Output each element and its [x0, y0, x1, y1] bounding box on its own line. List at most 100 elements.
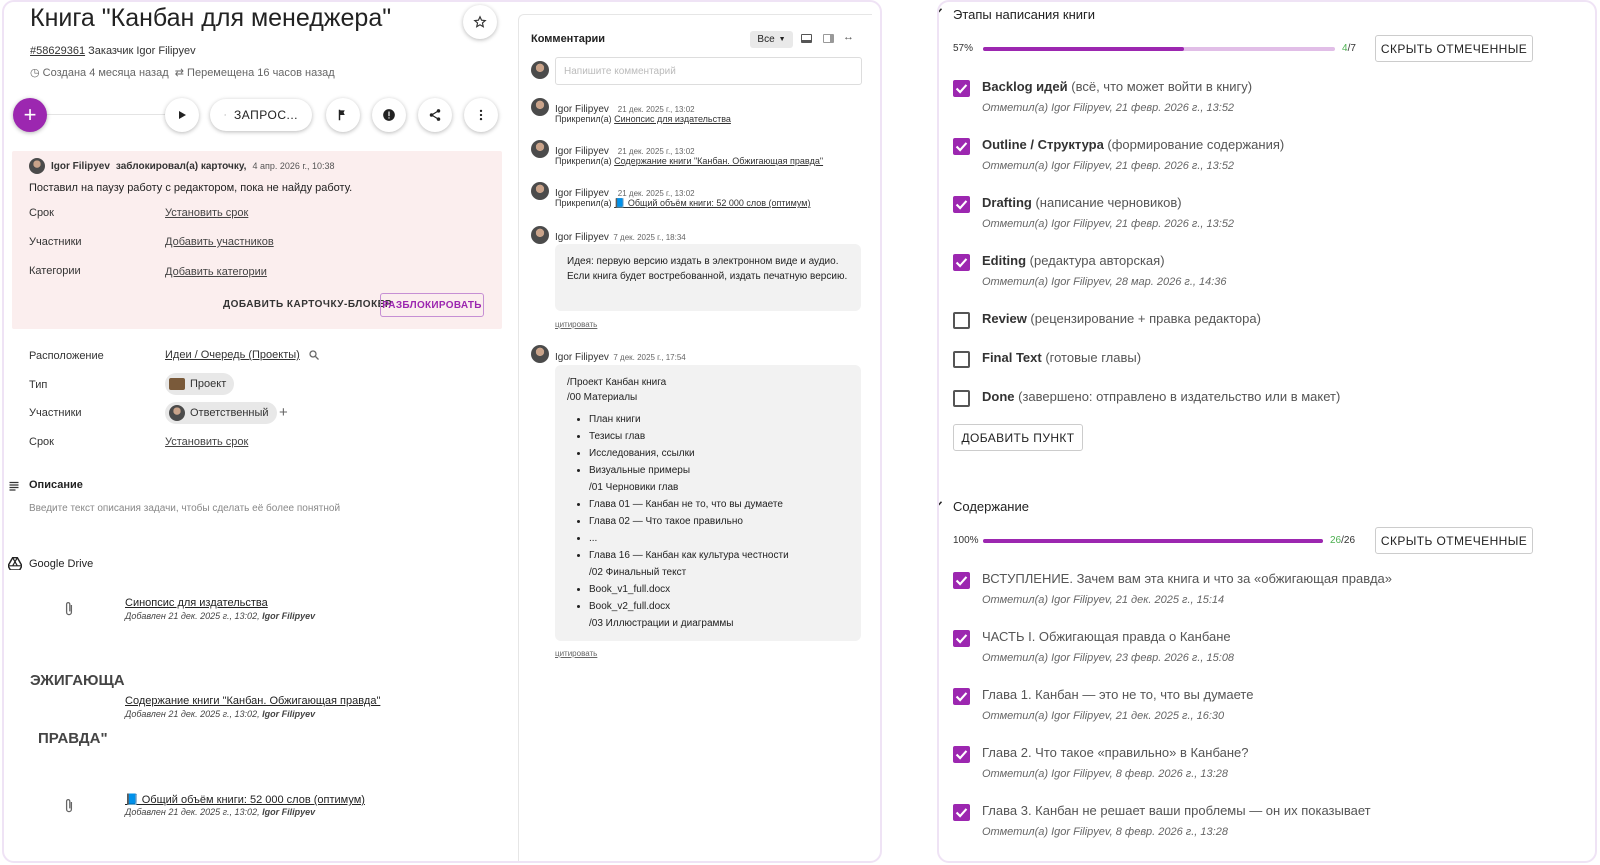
type-chip[interactable]: Проект: [165, 373, 235, 395]
location-link[interactable]: Идеи / Очередь (Проекты): [165, 349, 300, 361]
paperclip-icon: [64, 601, 74, 622]
comment-list-item: Глава 16 — Канбан как культура честности…: [589, 547, 849, 581]
attachment-link[interactable]: 📘 Общий объём книги: 52 000 слов (оптиму…: [614, 198, 810, 208]
add-member-icon[interactable]: +: [279, 404, 288, 421]
blocker-deadline-label: Срок: [29, 207, 54, 219]
layout-bottom-icon[interactable]: [801, 34, 812, 43]
checklist-item-label[interactable]: Backlog идей (всё, что может войти в кни…: [982, 79, 1252, 94]
blocker-members-link[interactable]: Добавить участников: [165, 236, 274, 248]
checkbox[interactable]: [953, 804, 970, 821]
blocker-deadline-link[interactable]: Установить срок: [165, 207, 248, 219]
search-icon[interactable]: [308, 349, 320, 361]
checked-by-text: Отметил(а) Igor Filipyev, 21 февр. 2026 …: [982, 218, 1235, 230]
checklist-item-label[interactable]: Глава 1. Канбан — это не то, что вы дума…: [982, 687, 1253, 702]
comment-list-item: План книги: [589, 411, 849, 428]
description-title: Описание: [29, 479, 83, 491]
item-description: (редактура авторская): [1026, 253, 1165, 268]
attachment-link[interactable]: Содержание книги "Канбан. Обжигающая пра…: [614, 156, 823, 166]
comment-input[interactable]: Напишите комментарий: [555, 57, 862, 85]
comments-title: Комментарии: [531, 33, 606, 45]
total-count: /7: [1347, 43, 1356, 54]
checkbox[interactable]: [953, 746, 970, 763]
checklists-panel: Этапы написания книги 57% 4/7 СКРЫТЬ ОТМ…: [937, 0, 1597, 863]
deadline-link[interactable]: Установить срок: [165, 436, 248, 448]
add-blocker-button[interactable]: ДОБАВИТЬ КАРТОЧКУ-БЛОКЕР: [223, 299, 392, 310]
checked-by-text: Отметил(а) Igor Filipyev, 21 февр. 2026 …: [982, 102, 1235, 114]
play-icon: [179, 111, 186, 119]
drive-file-link[interactable]: Содержание книги "Канбан. Обжигающая пра…: [125, 695, 380, 707]
checklist-title[interactable]: Содержание: [953, 499, 1029, 514]
request-button[interactable]: ЗАПРОС...: [210, 99, 312, 131]
checklist-title[interactable]: Этапы написания книги: [953, 7, 1095, 22]
checkbox[interactable]: [953, 80, 970, 97]
item-title: Outline / Структура: [982, 137, 1104, 152]
customer-name[interactable]: Igor Filipyev: [136, 45, 195, 57]
play-button[interactable]: [165, 98, 199, 132]
unlock-button[interactable]: РАЗБЛОКИРОВАТЬ: [380, 293, 484, 317]
more-vertical-icon: [479, 109, 483, 121]
checklist-item-label[interactable]: Editing (редактура авторская): [982, 253, 1165, 268]
checklist-item-label[interactable]: ЧАСТЬ I. Обжигающая правда о Канбане: [982, 629, 1231, 644]
checklist-item-label[interactable]: Глава 2. Что такое «правильно» в Канбане…: [982, 745, 1248, 760]
favorite-button[interactable]: [463, 5, 497, 39]
item-title: Editing: [982, 253, 1027, 268]
item-description: (всё, что может войти в книгу): [1067, 79, 1253, 94]
checklist-item-label[interactable]: Drafting (написание черновиков): [982, 195, 1182, 210]
comment-attachment: Прикрепил(а) Содержание книги "Канбан. О…: [555, 156, 823, 166]
comment-line: /00 Материалы: [567, 392, 638, 403]
checkbox[interactable]: [953, 196, 970, 213]
checklist-item-label[interactable]: Outline / Структура (формирование содерж…: [982, 137, 1284, 152]
file-thumbnail-text: ЭЖИГАЮЩА: [30, 672, 125, 689]
total-count: /26: [1341, 535, 1356, 546]
checkbox[interactable]: [953, 630, 970, 647]
share-button[interactable]: [418, 98, 452, 132]
blocker-date: 4 апр. 2026 г., 10:38: [252, 161, 335, 171]
checkbox[interactable]: [953, 572, 970, 589]
add-button[interactable]: +: [13, 98, 47, 132]
checkbox[interactable]: [953, 312, 970, 329]
avatar: [169, 405, 185, 421]
description-input[interactable]: Введите текст описания задачи, чтобы сде…: [29, 503, 340, 514]
hide-checked-button[interactable]: СКРЫТЬ ОТМЕЧЕННЫЕ: [1375, 35, 1533, 62]
blocker-message: Поставил на паузу работу с редактором, п…: [29, 182, 353, 194]
item-title: Review: [982, 311, 1027, 326]
attachment-link[interactable]: Синопсис для издательства: [614, 114, 731, 124]
file-author: Igor Filipyev: [262, 709, 316, 719]
blocker-categories-link[interactable]: Добавить категории: [165, 266, 267, 278]
checkbox[interactable]: [953, 390, 970, 407]
checkbox[interactable]: [953, 254, 970, 271]
flag-button[interactable]: [326, 98, 360, 132]
member-chip[interactable]: Ответственный: [165, 402, 277, 424]
checklist-item-label[interactable]: Done (завершено: отправлено в издательст…: [982, 389, 1340, 404]
checklist-item-label[interactable]: ВСТУПЛЕНИЕ. Зачем вам эта книга и что за…: [982, 571, 1392, 586]
avatar: [531, 182, 549, 200]
checkbox[interactable]: [953, 688, 970, 705]
drive-file-link[interactable]: Синопсис для издательства: [125, 597, 268, 609]
quote-link[interactable]: цитировать: [555, 649, 597, 658]
expand-icon[interactable]: ↔: [843, 31, 854, 43]
card-title[interactable]: Книга "Канбан для менеджера": [30, 4, 391, 33]
paperclip-icon: [64, 798, 74, 819]
card-id-line: #58629361 Заказчик Igor Filipyev: [30, 45, 196, 57]
checklist-item-label[interactable]: Final Text (готовые главы): [982, 350, 1141, 365]
comment-author: Igor Filipyev: [555, 232, 609, 243]
more-button[interactable]: [464, 98, 498, 132]
alert-button[interactable]: [372, 98, 406, 132]
quote-link[interactable]: цитировать: [555, 320, 597, 329]
checklist-item-label[interactable]: Review (рецензирование + правка редактор…: [982, 311, 1261, 326]
drive-file-link[interactable]: 📘 Общий объём книги: 52 000 слов (оптиму…: [125, 793, 365, 806]
item-title: Done: [982, 389, 1015, 404]
layout-side-icon[interactable]: [823, 34, 834, 43]
checkbox[interactable]: [953, 138, 970, 155]
hide-checked-button[interactable]: СКРЫТЬ ОТМЕЧЕННЫЕ: [1375, 527, 1533, 554]
checklist-progress-fill: [983, 47, 1184, 51]
card-id-link[interactable]: #58629361: [30, 45, 85, 57]
comments-filter[interactable]: Все ▼: [750, 31, 793, 48]
comment-list: План книгиТезисы главИсследования, ссылк…: [567, 411, 849, 632]
text-lines-icon: [8, 479, 20, 497]
avatar: [531, 345, 549, 363]
file-author: Igor Filipyev: [262, 611, 316, 621]
checklist-item-label[interactable]: Глава 3. Канбан не решает ваши проблемы …: [982, 803, 1371, 818]
add-item-button[interactable]: ДОБАВИТЬ ПУНКТ: [953, 424, 1083, 451]
checkbox[interactable]: [953, 351, 970, 368]
